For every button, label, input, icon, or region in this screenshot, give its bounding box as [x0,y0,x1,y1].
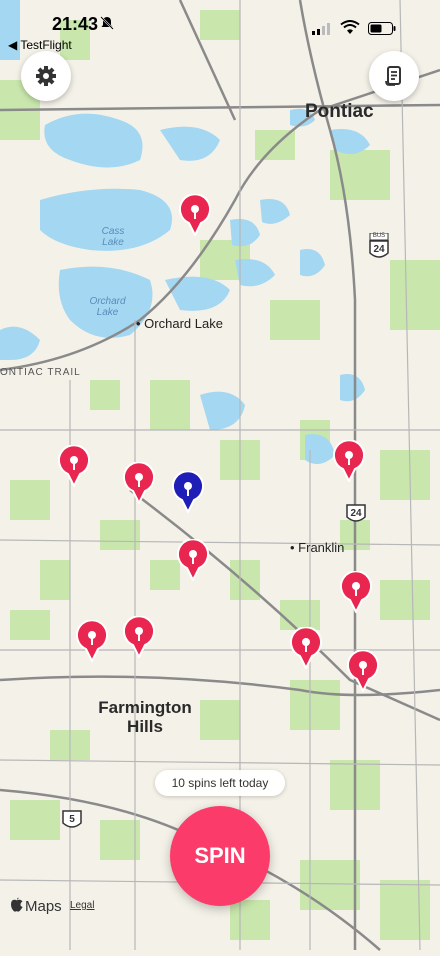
location-pin[interactable] [346,650,380,692]
apple-logo-icon [10,897,23,916]
route-shield-5: 5 [62,810,82,835]
gear-icon [35,65,57,87]
lake-label-cass: Cass Lake [101,226,125,248]
location-pin[interactable] [289,627,323,669]
settings-button[interactable] [21,51,71,101]
history-button[interactable] [369,51,419,101]
route-shield-bus-24: BUS 24 [369,232,389,266]
location-pin[interactable] [122,462,156,504]
location-pin[interactable] [75,620,109,662]
location-pin[interactable] [332,440,366,482]
back-to-testflight-link[interactable]: ◀ TestFlight [8,38,72,52]
spins-left-badge: 10 spins left today [155,770,285,796]
location-pin[interactable] [339,571,373,613]
battery-icon [368,22,396,40]
location-pin[interactable] [178,194,212,236]
status-time: 21:43 [52,14,99,34]
place-label-orchard-lake: • Orchard Lake [136,316,223,331]
city-label-farmington-hills: Farmington Hills [98,698,192,736]
city-label-pontiac: Pontiac [305,101,374,122]
route-shield-24: 24 [346,504,366,529]
location-pin[interactable] [176,539,210,581]
spin-button[interactable]: SPIN [170,806,270,906]
road-label: ONTIAC TRAIL [0,367,81,378]
scroll-list-icon [383,65,405,87]
wifi-icon [340,20,360,40]
legal-link[interactable]: Legal [70,900,94,911]
location-pin[interactable] [57,445,91,487]
lake-label-orchard: Orchard Lake [89,296,126,318]
cellular-signal-icon [312,22,332,40]
silent-bell-icon [100,16,114,35]
location-pin[interactable] [122,616,156,658]
apple-maps-attribution: Maps [10,897,62,916]
place-label-franklin: • Franklin [290,540,345,555]
status-bar: 21:43 ◀ TestFlight [0,0,440,52]
location-pin-current[interactable] [171,471,205,513]
